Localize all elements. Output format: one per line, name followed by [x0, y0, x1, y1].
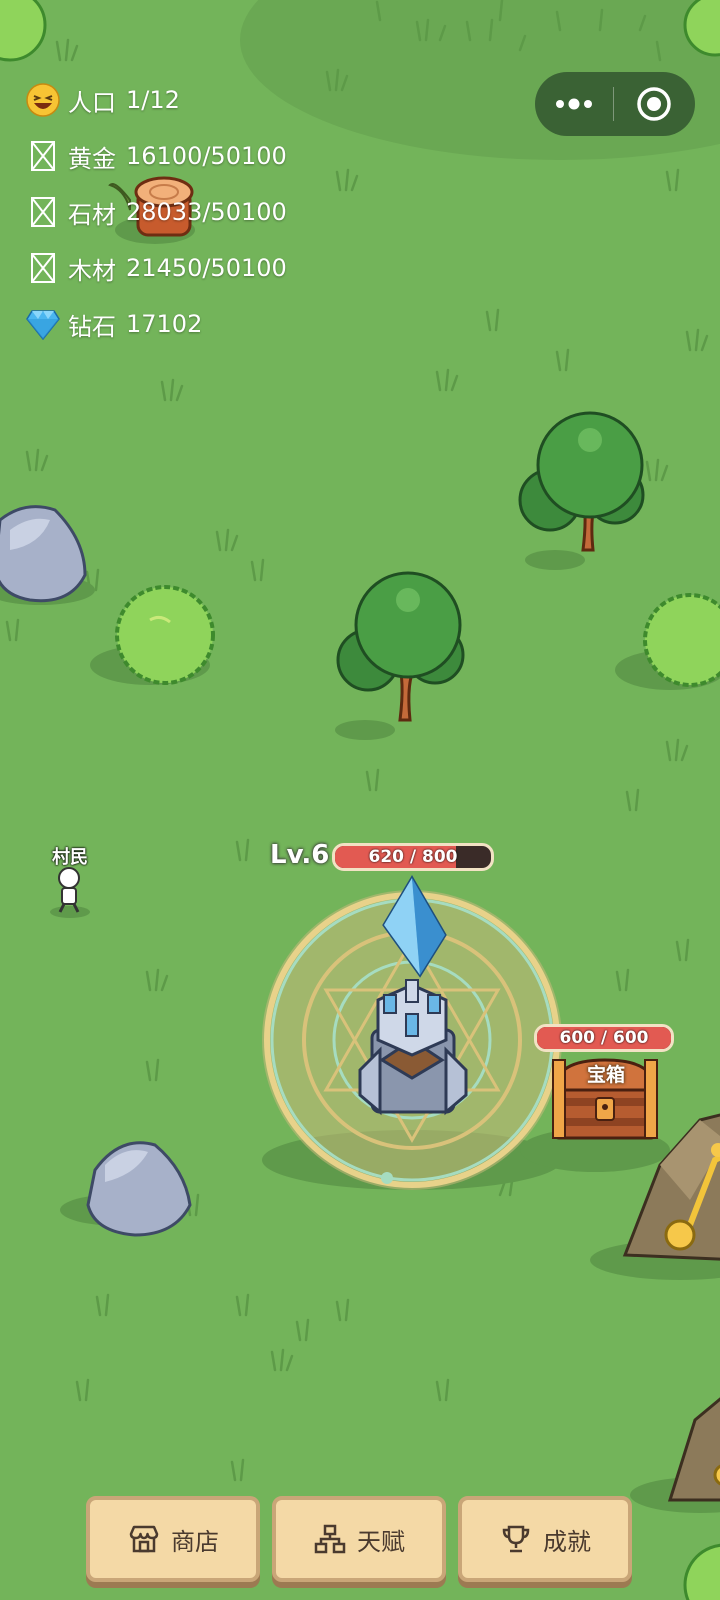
- population-label: 人口: [68, 88, 116, 117]
- gold-row: 黄金 16100/50100: [26, 136, 287, 176]
- diamond-label: 钻石: [68, 312, 116, 341]
- shop-button[interactable]: 商店: [86, 1496, 260, 1582]
- gold-value: 16100/50100: [126, 142, 287, 170]
- missing-image-icon: [26, 251, 60, 285]
- diamond-value: 17102: [126, 310, 203, 338]
- missing-image-icon: [26, 195, 60, 229]
- laughing-face-icon: [26, 83, 60, 117]
- close-circle-icon[interactable]: [614, 72, 694, 136]
- shop-icon: [127, 1522, 161, 1556]
- talent-tree-icon: [313, 1522, 347, 1556]
- gold-label: 黄金: [68, 144, 116, 173]
- shop-label: 商店: [171, 1527, 219, 1556]
- population-row: 人口 1/12: [26, 80, 180, 120]
- diamond-row: 钻石 17102: [26, 304, 202, 344]
- achievement-button[interactable]: 成就: [458, 1496, 632, 1582]
- stone-value: 28033/50100: [126, 198, 287, 226]
- chest-hp-text: 600 / 600: [559, 1028, 649, 1048]
- tower-hp-text: 620 / 800: [368, 847, 458, 867]
- stone-row: 石材 28033/50100: [26, 192, 287, 232]
- talent-label: 天赋: [357, 1527, 405, 1556]
- tower-hp-bar: 620 / 800: [332, 843, 494, 871]
- population-value: 1/12: [126, 86, 180, 114]
- tower-level: Lv.6: [270, 840, 330, 870]
- more-dots-icon[interactable]: [535, 72, 613, 136]
- diamond-icon: [26, 307, 60, 341]
- chest-label[interactable]: 宝箱: [578, 1060, 634, 1087]
- wood-row: 木材 21450/50100: [26, 248, 287, 288]
- wood-value: 21450/50100: [126, 254, 287, 282]
- chest-hp-bar: 600 / 600: [534, 1024, 674, 1052]
- missing-image-icon: [26, 139, 60, 173]
- game-map[interactable]: [0, 0, 720, 1600]
- trophy-icon: [499, 1522, 533, 1556]
- talent-button[interactable]: 天赋: [272, 1496, 446, 1582]
- wood-label: 木材: [68, 256, 116, 285]
- stone-label: 石材: [68, 200, 116, 229]
- miniprogram-capsule: [535, 72, 695, 136]
- villager-label[interactable]: 村民: [48, 843, 92, 869]
- achievement-label: 成就: [543, 1527, 591, 1556]
